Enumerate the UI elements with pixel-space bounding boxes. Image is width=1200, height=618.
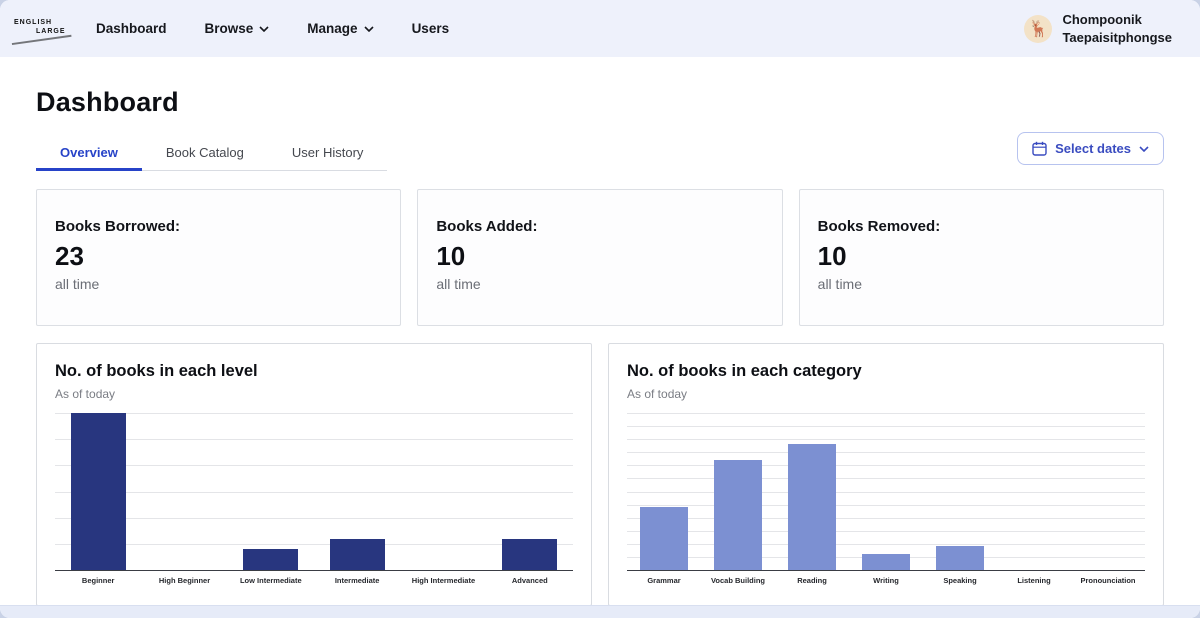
bar-slot-intermediate bbox=[314, 413, 400, 570]
chart-card-levels: No. of books in each level As of today B… bbox=[36, 343, 592, 606]
bar-slot-high-beginner bbox=[141, 413, 227, 570]
stats-row: Books Borrowed: 23 all time Books Added:… bbox=[36, 189, 1164, 326]
bar bbox=[714, 460, 761, 570]
categories-chart-labels: GrammarVocab BuildingReadingWritingSpeak… bbox=[627, 576, 1145, 585]
user-last-name: Taepaisitphongse bbox=[1062, 29, 1172, 47]
tab-user-history[interactable]: User History bbox=[268, 136, 388, 170]
categories-bar-chart bbox=[627, 413, 1145, 571]
user-menu[interactable]: 🦌 Chompoonik Taepaisitphongse bbox=[1024, 11, 1172, 46]
bar bbox=[71, 413, 126, 570]
nav-menu: Dashboard Browse Manage Users bbox=[96, 21, 449, 36]
bar-slot-speaking bbox=[923, 413, 997, 570]
bar bbox=[502, 539, 557, 570]
app-window: ENGLISH LARGE Dashboard Browse Manage Us… bbox=[0, 0, 1200, 618]
chart-category-label: Speaking bbox=[923, 576, 997, 585]
charts-row: No. of books in each level As of today B… bbox=[36, 343, 1164, 606]
chart-bars bbox=[55, 413, 573, 570]
chart-subtitle: As of today bbox=[55, 387, 573, 401]
chart-category-label: Pronounciation bbox=[1071, 576, 1145, 585]
nav-item-browse[interactable]: Browse bbox=[205, 21, 270, 36]
calendar-icon bbox=[1032, 141, 1047, 156]
chart-category-label: High Intermediate bbox=[400, 576, 486, 585]
stat-card-books-borrowed: Books Borrowed: 23 all time bbox=[36, 189, 401, 326]
nav-item-dashboard[interactable]: Dashboard bbox=[96, 21, 167, 36]
avatar: 🦌 bbox=[1024, 15, 1052, 43]
main-content: Dashboard Overview Book Catalog User His… bbox=[0, 87, 1200, 606]
stat-card-books-removed: Books Removed: 10 all time bbox=[799, 189, 1164, 326]
tab-bar: Overview Book Catalog User History bbox=[36, 136, 387, 171]
nav-item-label: Browse bbox=[205, 21, 254, 36]
tab-book-catalog[interactable]: Book Catalog bbox=[142, 136, 268, 170]
chart-category-label: Reading bbox=[775, 576, 849, 585]
nav-item-manage[interactable]: Manage bbox=[307, 21, 373, 36]
stat-period: all time bbox=[55, 276, 382, 292]
logo-text-bottom: LARGE bbox=[36, 28, 66, 35]
select-dates-button[interactable]: Select dates bbox=[1017, 132, 1164, 165]
bar bbox=[640, 507, 687, 570]
bar bbox=[862, 554, 909, 570]
chart-subtitle: As of today bbox=[627, 387, 1145, 401]
chart-category-label: Intermediate bbox=[314, 576, 400, 585]
chart-category-label: Beginner bbox=[55, 576, 141, 585]
chart-title: No. of books in each category bbox=[627, 362, 1145, 381]
chevron-down-icon bbox=[364, 26, 374, 32]
levels-bar-chart bbox=[55, 413, 573, 571]
bar-slot-reading bbox=[775, 413, 849, 570]
bar-slot-writing bbox=[849, 413, 923, 570]
nav-item-label: Users bbox=[412, 21, 450, 36]
stat-value: 10 bbox=[818, 241, 1145, 272]
bar bbox=[243, 549, 298, 570]
bar-slot-pronounciation bbox=[1071, 413, 1145, 570]
chart-category-label: Advanced bbox=[487, 576, 573, 585]
stat-period: all time bbox=[436, 276, 763, 292]
chart-category-label: Low Intermediate bbox=[228, 576, 314, 585]
user-first-name: Chompoonik bbox=[1062, 11, 1172, 29]
bar-slot-listening bbox=[997, 413, 1071, 570]
chart-bars bbox=[627, 413, 1145, 570]
logo-text-top: ENGLISH bbox=[14, 19, 52, 26]
stat-value: 10 bbox=[436, 241, 763, 272]
chevron-down-icon bbox=[259, 26, 269, 32]
page-title: Dashboard bbox=[36, 87, 1164, 118]
chart-category-label: High Beginner bbox=[141, 576, 227, 585]
bar bbox=[936, 546, 983, 570]
nav-item-label: Manage bbox=[307, 21, 357, 36]
levels-chart-labels: BeginnerHigh BeginnerLow IntermediateInt… bbox=[55, 576, 573, 585]
bar-slot-advanced bbox=[487, 413, 573, 570]
chevron-down-icon bbox=[1139, 146, 1149, 152]
bar-slot-high-intermediate bbox=[400, 413, 486, 570]
chart-category-label: Listening bbox=[997, 576, 1071, 585]
chart-category-label: Vocab Building bbox=[701, 576, 775, 585]
nav-item-users[interactable]: Users bbox=[412, 21, 450, 36]
chart-category-label: Writing bbox=[849, 576, 923, 585]
stat-value: 23 bbox=[55, 241, 382, 272]
select-dates-label: Select dates bbox=[1055, 141, 1131, 156]
stat-label: Books Removed: bbox=[818, 218, 1145, 235]
footer-strip bbox=[0, 605, 1200, 618]
nav-item-label: Dashboard bbox=[96, 21, 167, 36]
bar bbox=[330, 539, 385, 570]
tabs-row: Overview Book Catalog User History Selec… bbox=[36, 132, 1164, 171]
bar-slot-vocab-building bbox=[701, 413, 775, 570]
stat-period: all time bbox=[818, 276, 1145, 292]
bar-slot-beginner bbox=[55, 413, 141, 570]
chart-card-categories: No. of books in each category As of toda… bbox=[608, 343, 1164, 606]
user-name: Chompoonik Taepaisitphongse bbox=[1062, 11, 1172, 46]
bar bbox=[788, 444, 835, 570]
chart-title: No. of books in each level bbox=[55, 362, 573, 381]
top-navbar: ENGLISH LARGE Dashboard Browse Manage Us… bbox=[0, 0, 1200, 57]
stat-label: Books Borrowed: bbox=[55, 218, 382, 235]
stat-card-books-added: Books Added: 10 all time bbox=[417, 189, 782, 326]
tab-overview[interactable]: Overview bbox=[36, 136, 142, 170]
bar-slot-grammar bbox=[627, 413, 701, 570]
chart-category-label: Grammar bbox=[627, 576, 701, 585]
app-logo[interactable]: ENGLISH LARGE bbox=[10, 11, 72, 47]
bar-slot-low-intermediate bbox=[228, 413, 314, 570]
stat-label: Books Added: bbox=[436, 218, 763, 235]
